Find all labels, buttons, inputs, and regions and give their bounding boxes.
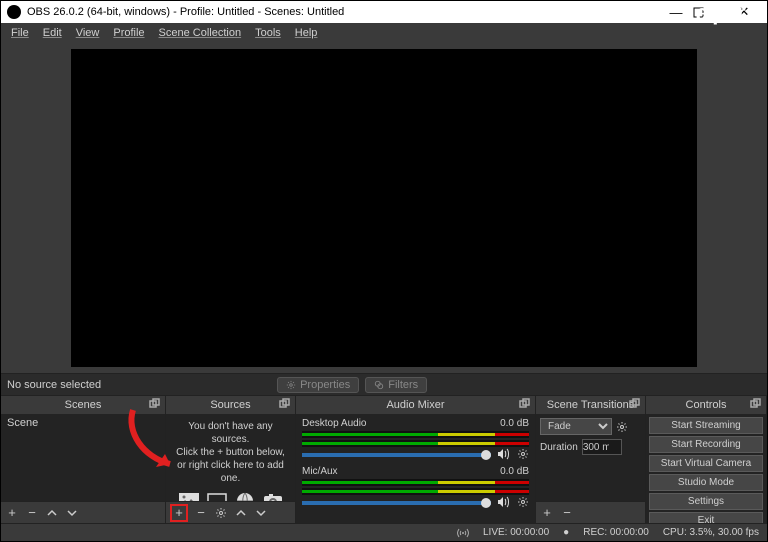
preview-area xyxy=(1,43,767,373)
mixer-header: Audio Mixer xyxy=(296,396,535,414)
sources-panel: Sources You don't have any sources. Clic… xyxy=(166,396,296,523)
volume-slider[interactable] xyxy=(302,501,491,505)
gear-icon xyxy=(286,380,296,390)
channel-level: 0.0 dB xyxy=(500,418,529,429)
vu-meter xyxy=(302,440,529,447)
minimize-button[interactable]: — xyxy=(659,5,693,20)
source-toolbar: No source selected Properties Filters xyxy=(1,373,767,395)
window-title: OBS 26.0.2 (64-bit, windows) - Profile: … xyxy=(27,6,659,18)
undock-icon[interactable] xyxy=(279,398,291,410)
broadcast-icon xyxy=(457,528,469,538)
controls-header: Controls xyxy=(646,396,766,414)
watermark-text: alphr.com xyxy=(696,0,762,26)
menu-edit[interactable]: Edit xyxy=(37,25,68,41)
statusbar: LIVE: 00:00:00 ● REC: 00:00:00 CPU: 3.5%… xyxy=(1,523,767,541)
app-icon xyxy=(7,5,21,19)
audio-mixer-panel: Audio Mixer Desktop Audio 0.0 dB Mic/Aux 0… xyxy=(296,396,536,523)
controls-panel: Controls Start Streaming Start Recording… xyxy=(646,396,767,523)
mixer-title: Audio Mixer xyxy=(386,399,444,411)
transition-remove-button[interactable]: − xyxy=(560,506,574,520)
menu-tools[interactable]: Tools xyxy=(249,25,287,41)
source-settings-button[interactable] xyxy=(214,506,228,520)
undock-icon[interactable] xyxy=(629,398,641,410)
filters-icon xyxy=(374,380,384,390)
channel-name: Mic/Aux xyxy=(302,466,338,477)
menu-view[interactable]: View xyxy=(70,25,106,41)
channel-name: Desktop Audio xyxy=(302,418,367,429)
vu-meter xyxy=(302,488,529,495)
filters-label: Filters xyxy=(388,379,418,391)
controls-title: Controls xyxy=(686,399,727,411)
source-remove-button[interactable]: − xyxy=(194,506,208,520)
transitions-header: Scene Transitions xyxy=(536,396,645,414)
application-window: OBS 26.0.2 (64-bit, windows) - Profile: … xyxy=(0,0,768,542)
channel-level: 0.0 dB xyxy=(500,466,529,477)
rec-timer: REC: 00:00:00 xyxy=(583,527,649,538)
scenes-panel: Scenes Scene + − xyxy=(1,396,166,523)
sources-empty-msg: or right click here to add one. xyxy=(174,459,287,485)
menubar: File Edit View Profile Scene Collection … xyxy=(1,23,767,43)
properties-label: Properties xyxy=(300,379,350,391)
transitions-panel: Scene Transitions Fade Duration + − xyxy=(536,396,646,523)
display-icon xyxy=(206,491,228,501)
start-recording-button[interactable]: Start Recording xyxy=(649,436,763,453)
sources-empty-msg: Click the + button below, xyxy=(174,446,287,459)
exit-button[interactable]: Exit xyxy=(649,512,763,523)
transition-select[interactable]: Fade xyxy=(540,418,612,435)
properties-button[interactable]: Properties xyxy=(277,377,359,393)
sources-empty-msg: You don't have any sources. xyxy=(174,420,287,446)
menu-file[interactable]: File xyxy=(5,25,35,41)
transitions-title: Scene Transitions xyxy=(547,399,634,411)
gear-icon[interactable] xyxy=(517,448,529,460)
settings-button[interactable]: Settings xyxy=(649,493,763,510)
menu-scene-collection[interactable]: Scene Collection xyxy=(153,25,248,41)
filters-button[interactable]: Filters xyxy=(365,377,427,393)
mixer-channel: Desktop Audio 0.0 dB xyxy=(302,418,529,460)
image-icon xyxy=(178,491,200,501)
menu-help[interactable]: Help xyxy=(289,25,324,41)
sources-header: Sources xyxy=(166,396,295,414)
docks-row: Scenes Scene + − Sources You don't have … xyxy=(1,395,767,523)
live-timer: LIVE: 00:00:00 xyxy=(483,527,549,538)
mixer-channel: Mic/Aux 0.0 dB xyxy=(302,466,529,508)
camera-icon xyxy=(262,491,284,501)
scenes-header: Scenes xyxy=(1,396,165,414)
start-virtual-camera-button[interactable]: Start Virtual Camera xyxy=(649,455,763,472)
scenes-title: Scenes xyxy=(65,399,102,411)
undock-icon[interactable] xyxy=(149,398,161,410)
speaker-icon[interactable] xyxy=(497,448,511,460)
source-status-label: No source selected xyxy=(7,379,101,391)
scene-item[interactable]: Scene xyxy=(7,417,159,429)
scene-down-button[interactable] xyxy=(65,506,79,520)
source-up-button[interactable] xyxy=(234,506,248,520)
gear-icon[interactable] xyxy=(616,421,628,433)
start-streaming-button[interactable]: Start Streaming xyxy=(649,417,763,434)
scene-up-button[interactable] xyxy=(45,506,59,520)
sources-title: Sources xyxy=(210,399,250,411)
menu-profile[interactable]: Profile xyxy=(107,25,150,41)
undock-icon[interactable] xyxy=(750,398,762,410)
vu-meter xyxy=(302,431,529,438)
duration-input[interactable] xyxy=(582,439,622,455)
transition-add-button[interactable]: + xyxy=(540,506,554,520)
studio-mode-button[interactable]: Studio Mode xyxy=(649,474,763,491)
volume-slider[interactable] xyxy=(302,453,491,457)
vu-meter xyxy=(302,479,529,486)
globe-icon xyxy=(234,491,256,501)
source-down-button[interactable] xyxy=(254,506,268,520)
scene-add-button[interactable]: + xyxy=(5,506,19,520)
preview-canvas[interactable] xyxy=(71,49,697,367)
cpu-status: CPU: 3.5%, 30.00 fps xyxy=(663,527,759,538)
sources-list[interactable]: You don't have any sources. Click the + … xyxy=(166,414,295,501)
titlebar: OBS 26.0.2 (64-bit, windows) - Profile: … xyxy=(1,1,767,23)
source-add-button[interactable]: + xyxy=(170,504,188,522)
gear-icon[interactable] xyxy=(517,496,529,508)
speaker-icon[interactable] xyxy=(497,496,511,508)
undock-icon[interactable] xyxy=(519,398,531,410)
scene-remove-button[interactable]: − xyxy=(25,506,39,520)
record-icon: ● xyxy=(563,527,569,538)
duration-label: Duration xyxy=(540,442,578,453)
scenes-list[interactable]: Scene xyxy=(1,414,165,501)
